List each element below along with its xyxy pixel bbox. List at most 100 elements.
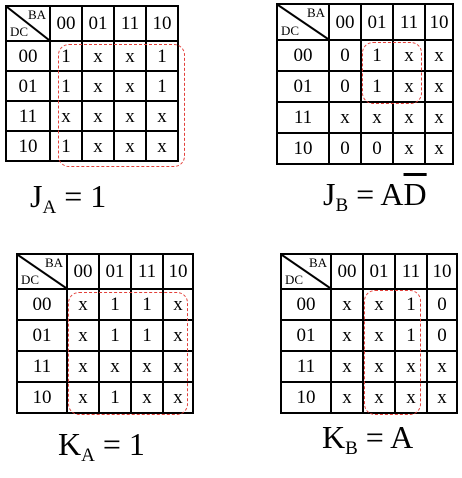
kmap-cell: x	[162, 288, 194, 321]
equation-kb: KB = A	[322, 419, 413, 458]
kmap-cell: x	[66, 381, 100, 414]
row-header: 10	[5, 130, 51, 162]
column-header: 00	[330, 253, 364, 290]
column-header: 10	[424, 3, 454, 41]
kmap-cell: x	[330, 319, 364, 352]
kmap-jb: BA DC 00 01 11 10 00 0 1 x x 01 0 1 x x …	[276, 3, 454, 165]
row-header: 11	[276, 101, 330, 134]
equation-jb: JB = AD	[323, 176, 427, 215]
kmap-cell: x	[113, 40, 147, 72]
kmap-cell: x	[130, 381, 164, 414]
column-header: 11	[113, 5, 147, 42]
kmap-cell: 1	[49, 130, 83, 162]
kmap-corner: BA DC	[276, 3, 330, 41]
kmap-cell: x	[392, 70, 426, 103]
kmap-cell: 1	[130, 288, 164, 321]
equation-subscript: B	[345, 438, 358, 459]
kmap-cell: x	[66, 350, 100, 383]
kmap-cell: x	[113, 100, 147, 132]
kmap-cell: x	[424, 39, 454, 72]
column-header: 10	[145, 5, 179, 42]
equation-ja: JA = 1	[30, 178, 107, 217]
equation-lhs: K	[58, 426, 82, 462]
kmap-cell: x	[362, 319, 396, 352]
row-header: 01	[16, 319, 68, 352]
column-header: 10	[426, 253, 458, 290]
column-header: 00	[328, 3, 362, 41]
kmap-cell: 0	[360, 132, 394, 165]
row-header: 00	[5, 40, 51, 72]
column-header: 10	[162, 253, 194, 290]
kmap-cell: 1	[49, 70, 83, 102]
column-header: 01	[81, 5, 115, 42]
kmap-cell: x	[362, 288, 396, 321]
kmap-cell: x	[392, 39, 426, 72]
kmap-cell: x	[81, 70, 115, 102]
kmap-cell: x	[426, 381, 458, 414]
row-header: 11	[16, 350, 68, 383]
kmap-cell: 1	[98, 381, 132, 414]
corner-bottom-label: DC	[10, 24, 29, 39]
row-header: 10	[16, 381, 68, 414]
kmap-cell: 1	[394, 288, 428, 321]
column-header: 01	[362, 253, 396, 290]
equation-subscript: A	[81, 445, 95, 466]
equation-subscript: A	[42, 197, 57, 218]
kmap-corner: BA DC	[16, 253, 68, 290]
corner-bottom-label: DC	[281, 23, 300, 38]
equation-complement: D	[403, 176, 427, 212]
kmap-cell: 0	[328, 39, 362, 72]
kmap-cell: x	[424, 101, 454, 134]
kmap-cell: x	[328, 101, 362, 134]
kmap-cell: x	[362, 381, 396, 414]
equation-ka: KA = 1	[58, 426, 145, 465]
kmap-cell: x	[66, 319, 100, 352]
column-header: 01	[360, 3, 394, 41]
column-header: 00	[66, 253, 100, 290]
corner-top-label: BA	[306, 5, 325, 20]
row-header: 00	[276, 39, 330, 72]
kmap-cell: x	[424, 70, 454, 103]
corner-top-label: BA	[27, 7, 46, 22]
kmap-cell: x	[113, 70, 147, 102]
equation-rhs: = 1	[56, 178, 107, 214]
kmap-cell: 1	[49, 40, 83, 72]
kmap-cell: x	[392, 101, 426, 134]
kmap-cell: 1	[360, 39, 394, 72]
kmap-cell: x	[394, 381, 428, 414]
kmap-cell: 1	[360, 70, 394, 103]
kmap-cell: x	[145, 100, 179, 132]
equation-lhs: J	[323, 176, 336, 212]
kmap-cell: 0	[426, 319, 458, 352]
equation-subscript: B	[335, 195, 349, 216]
corner-top-label: BA	[44, 255, 63, 270]
column-header: 11	[392, 3, 426, 41]
kmap-cell: x	[49, 100, 83, 132]
kmap-cell: x	[130, 350, 164, 383]
column-header: 00	[49, 5, 83, 42]
column-header: 11	[394, 253, 428, 290]
row-header: 01	[5, 70, 51, 102]
column-header: 01	[98, 253, 132, 290]
row-header: 10	[276, 132, 330, 165]
equation-lhs: K	[322, 419, 346, 455]
kmap-cell: x	[424, 132, 454, 165]
kmap-corner: BA DC	[280, 253, 332, 290]
kmap-cell: x	[330, 350, 364, 383]
kmap-cell: 1	[98, 319, 132, 352]
kmap-cell: 1	[394, 319, 428, 352]
kmap-cell: x	[362, 350, 396, 383]
column-header: 11	[130, 253, 164, 290]
kmap-cell: x	[113, 130, 147, 162]
kmap-cell: 1	[145, 40, 179, 72]
kmap-cell: x	[162, 381, 194, 414]
kmap-ka: BA DC 00 01 11 10 00 x 1 1 x 01 x 1 1 x …	[16, 253, 194, 414]
corner-bottom-label: DC	[285, 272, 304, 287]
kmap-kb: BA DC 00 01 11 10 00 x x 1 0 01 x x 1 0 …	[280, 253, 458, 414]
kmap-cell: x	[81, 100, 115, 132]
kmap-cell: x	[162, 350, 194, 383]
kmap-cell: 0	[328, 70, 362, 103]
corner-bottom-label: DC	[21, 272, 40, 287]
kmap-cell: 0	[426, 288, 458, 321]
kmap-cell: x	[145, 130, 179, 162]
